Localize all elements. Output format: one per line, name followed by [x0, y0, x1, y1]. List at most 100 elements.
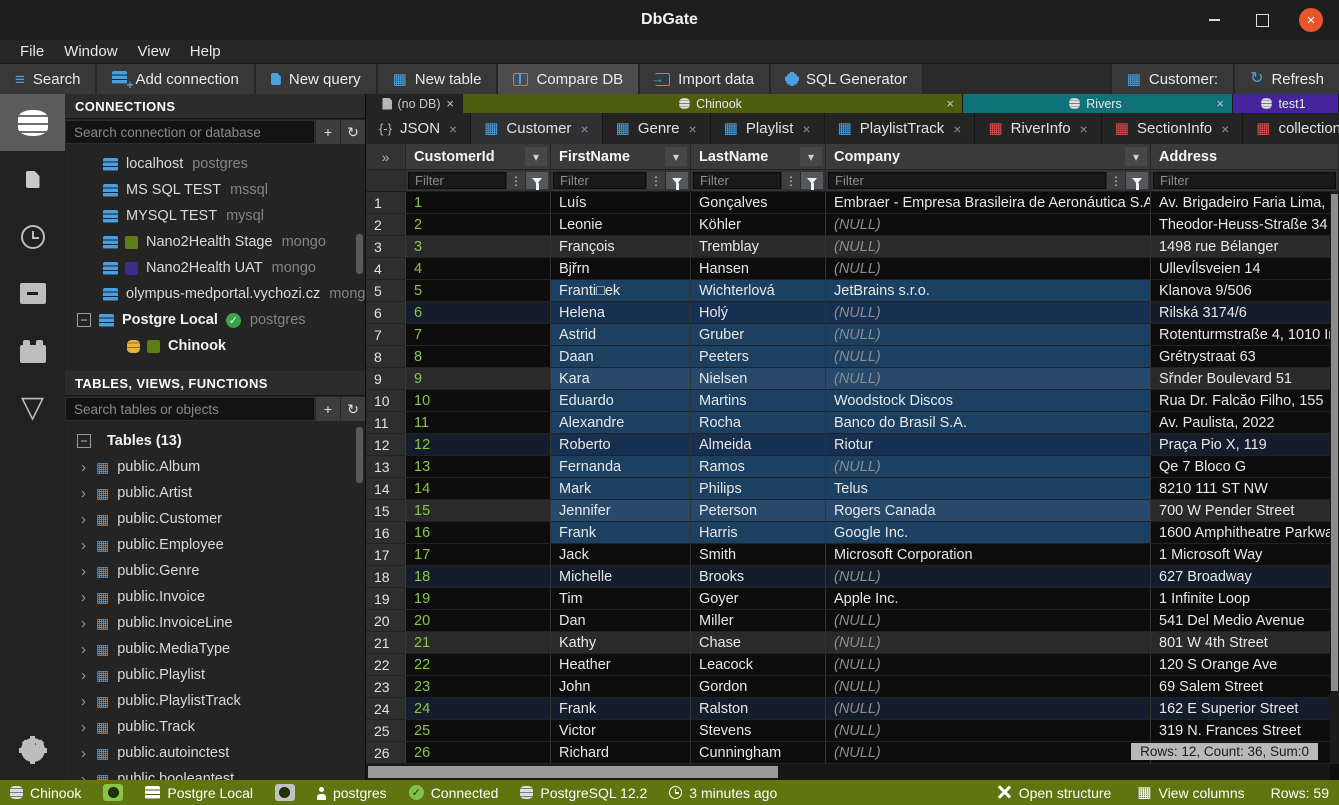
filter-menu-button[interactable]: ⋮ [781, 172, 800, 189]
toolbar-sql-generator[interactable]: SQL Generator [771, 64, 924, 94]
toolbar-import-data[interactable]: Import data [640, 64, 771, 94]
cell[interactable]: Almeida [691, 434, 826, 456]
status-postgre-local[interactable]: Postgre Local [145, 785, 253, 801]
filter-funnel-button[interactable] [525, 172, 548, 189]
cell[interactable]: Victor [551, 720, 691, 742]
cell[interactable]: Fernanda [551, 456, 691, 478]
cell[interactable]: Brooks [691, 566, 826, 588]
row-number[interactable]: 20 [366, 610, 406, 632]
cell[interactable]: Dan [551, 610, 691, 632]
filter-input-firstname[interactable] [553, 172, 646, 189]
close-tab-icon[interactable]: × [1080, 121, 1088, 137]
status-swatch[interactable] [275, 784, 295, 801]
status-postgres[interactable]: postgres [317, 785, 387, 801]
cell[interactable]: (NULL) [826, 698, 1151, 720]
close-tab-icon[interactable]: × [802, 121, 810, 137]
cell[interactable]: 21 [406, 632, 551, 654]
cell[interactable]: Rocha [691, 412, 826, 434]
cell[interactable]: Holý [691, 302, 826, 324]
cell[interactable]: Peeters [691, 346, 826, 368]
sidebar-item-archive[interactable] [0, 265, 65, 322]
expand-columns-button[interactable]: » [366, 144, 406, 170]
cell[interactable]: Harris [691, 522, 826, 544]
sidebar-item-single-connection[interactable]: ▽ [0, 379, 65, 436]
table-item-public-invoice[interactable]: ›▦public.Invoice [65, 584, 365, 610]
table-item-public-booleantest[interactable]: ›▦public.booleantest [65, 766, 365, 780]
cell[interactable]: 22 [406, 654, 551, 676]
table-item-public-mediatype[interactable]: ›▦public.MediaType [65, 636, 365, 662]
row-number[interactable]: 14 [366, 478, 406, 500]
collapse-icon[interactable]: − [77, 434, 91, 448]
row-number[interactable]: 13 [366, 456, 406, 478]
cell[interactable]: JetBrains s.r.o. [826, 280, 1151, 302]
cell[interactable]: Google Inc. [826, 522, 1151, 544]
cell[interactable]: Ralston [691, 698, 826, 720]
cell[interactable]: 4 [406, 258, 551, 280]
cell[interactable]: 19 [406, 588, 551, 610]
connection-item-postgre-local[interactable]: −Postgre Local✓postgres [65, 307, 365, 333]
table-item-public-album[interactable]: ›▦public.Album [65, 454, 365, 480]
toolbar-customer[interactable]: ▦Customer: [1110, 64, 1233, 94]
cell[interactable]: John [551, 676, 691, 698]
table-item-public-employee[interactable]: ›▦public.Employee [65, 532, 365, 558]
cell[interactable]: Leacock [691, 654, 826, 676]
cell[interactable]: Helena [551, 302, 691, 324]
connection-item-chinook[interactable]: Chinook [65, 333, 365, 359]
vertical-scrollbar[interactable] [1330, 192, 1339, 764]
collapse-icon[interactable]: − [77, 313, 91, 327]
cell[interactable]: Woodstock Discos [826, 390, 1151, 412]
column-header-lastname[interactable]: LastName▾ [691, 144, 826, 170]
cell[interactable]: (NULL) [826, 236, 1151, 258]
cell[interactable]: 162 E Superior Street [1151, 698, 1339, 720]
maximize-button[interactable] [1251, 9, 1273, 31]
cell[interactable]: 700 W Pender Street [1151, 500, 1339, 522]
cell[interactable]: (NULL) [826, 742, 1151, 764]
cell[interactable]: 26 [406, 742, 551, 764]
close-tab-icon[interactable]: × [1221, 121, 1229, 137]
cell[interactable]: Frank [551, 522, 691, 544]
status-3-minutes-ago[interactable]: 3 minutes ago [669, 785, 777, 801]
cell[interactable]: 15 [406, 500, 551, 522]
cell[interactable]: Riotur [826, 434, 1151, 456]
close-tab-icon[interactable]: × [689, 121, 697, 137]
cell[interactable]: Daan [551, 346, 691, 368]
add-connection-button[interactable]: + [315, 120, 340, 144]
cell[interactable]: Luís [551, 192, 691, 214]
column-header-firstname[interactable]: FirstName▾ [551, 144, 691, 170]
table-item-public-genre[interactable]: ›▦public.Genre [65, 558, 365, 584]
cell[interactable]: 16 [406, 522, 551, 544]
cell[interactable]: Smith [691, 544, 826, 566]
sidebar-item-connections[interactable] [0, 94, 65, 151]
row-number[interactable]: 25 [366, 720, 406, 742]
cell[interactable]: Astrid [551, 324, 691, 346]
cell[interactable]: Tim [551, 588, 691, 610]
table-item-public-customer[interactable]: ›▦public.Customer [65, 506, 365, 532]
cell[interactable]: Wichterlová [691, 280, 826, 302]
cell[interactable]: 5 [406, 280, 551, 302]
row-number[interactable]: 11 [366, 412, 406, 434]
close-tab-icon[interactable]: × [953, 121, 961, 137]
cell[interactable]: Gruber [691, 324, 826, 346]
cell[interactable]: Rilská 3174/6 [1151, 302, 1339, 324]
cell[interactable]: Cunningham [691, 742, 826, 764]
cell[interactable]: Peterson [691, 500, 826, 522]
filter-input-company[interactable] [828, 172, 1106, 189]
filter-funnel-button[interactable] [1125, 172, 1148, 189]
toolbar-search[interactable]: ≡Search [0, 64, 97, 94]
cell[interactable]: 17 [406, 544, 551, 566]
sidebar-item-plugins[interactable] [0, 322, 65, 379]
cell[interactable]: 13 [406, 456, 551, 478]
cell[interactable]: Alexandre [551, 412, 691, 434]
cell[interactable]: Embraer - Empresa Brasileira de Aeronáut… [826, 192, 1151, 214]
close-tab-icon[interactable]: × [580, 121, 588, 137]
cell[interactable]: 7 [406, 324, 551, 346]
cell[interactable]: 541 Del Medio Avenue [1151, 610, 1339, 632]
cell[interactable]: Nielsen [691, 368, 826, 390]
cell[interactable]: Stevens [691, 720, 826, 742]
cell[interactable]: Leonie [551, 214, 691, 236]
cell[interactable]: UllevÍlsveien 14 [1151, 258, 1339, 280]
row-number[interactable]: 16 [366, 522, 406, 544]
cell[interactable]: (NULL) [826, 610, 1151, 632]
sidebar-item-history[interactable] [0, 208, 65, 265]
cell[interactable]: (NULL) [826, 346, 1151, 368]
